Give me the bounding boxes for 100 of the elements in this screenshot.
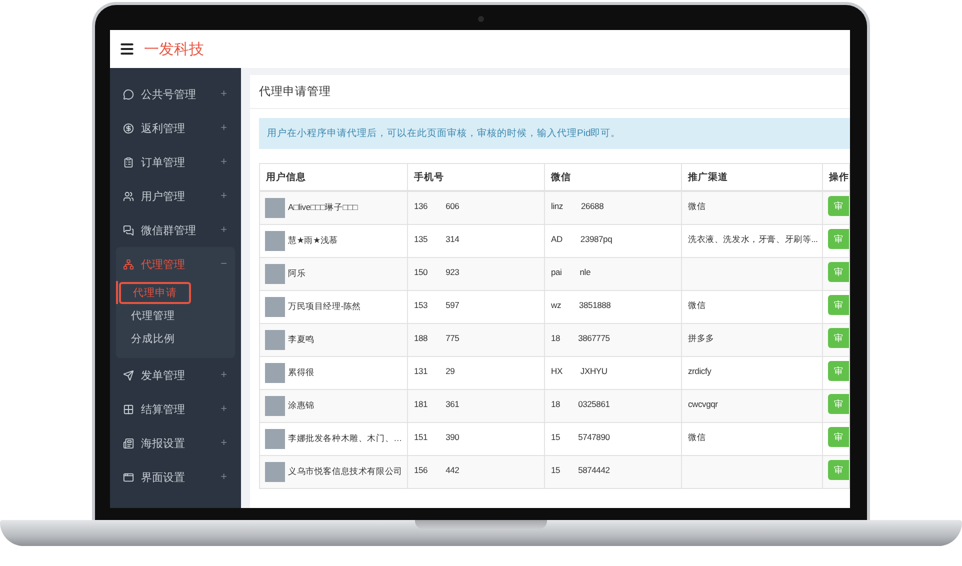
expand-toggle[interactable]: + [220,369,227,381]
sidebar-item[interactable]: 结算管理 + [116,392,235,426]
review-button[interactable]: 审 [828,460,849,480]
expand-toggle[interactable]: + [220,437,227,449]
expand-toggle[interactable]: + [220,88,227,100]
panel-title: 代理申请管理 [250,75,850,109]
sidebar-item[interactable]: 微信群管理 + [116,213,235,247]
network-icon [123,258,134,270]
menu-icon[interactable] [119,41,135,57]
phone-number: 390 [446,432,460,442]
wechat-id: JXHYU [580,366,608,376]
avatar-placeholder [265,297,285,317]
logo: 一发科技 [144,40,204,58]
wechat-id: AD [551,234,562,244]
user-name: 义乌市悦客信息技术有限公司 [288,466,402,478]
expand-toggle[interactable]: + [220,471,227,483]
user-name: 万民项目经理-陈然 [288,301,362,313]
user-name: 慧★雨★浅慕 [288,235,338,247]
phone-number: 136 [414,201,428,211]
user-name: 李夏鸣 [288,334,314,346]
review-button[interactable]: 审 [828,196,849,216]
channel-text: 微信 [688,300,706,312]
sidebar-item[interactable]: 用户管理 + [116,179,235,213]
wechat-id: HX [551,366,562,376]
wechat-id: 26688 [580,201,604,211]
channel-text: 微信 [688,432,706,444]
avatar-placeholder [265,264,285,284]
expand-toggle[interactable]: + [220,156,227,168]
window-icon [123,472,134,482]
sidebar-item[interactable]: 公共号管理 + [116,77,235,111]
clipboard-icon [123,156,134,168]
expand-toggle[interactable]: + [220,190,227,202]
channel-text: zrdicfy [688,366,712,376]
expand-toggle[interactable]: + [220,403,227,415]
avatar-placeholder [265,429,285,449]
phone-number: 361 [446,399,460,409]
wechat-id: 0325861 [578,399,610,409]
channel-text: cwcvgqr [688,399,718,409]
review-button[interactable]: 审 [828,262,849,282]
expand-toggle[interactable]: + [220,224,227,236]
channel-text: 洗衣液、洗发水，牙膏、牙刷等... [688,234,818,246]
sidebar-item[interactable]: 代理管理 − [116,247,235,281]
submenu-item[interactable]: 分成比例 [131,332,175,346]
phone-number: 156 [414,465,428,475]
phone-number: 597 [446,300,460,310]
avatar-placeholder [265,198,285,218]
sidebar-item[interactable]: 订单管理 + [116,145,235,179]
wechat-id: linz [551,201,563,211]
wechat-id: pai [551,267,562,277]
phone-number: 314 [446,234,460,244]
channel-text: 微信 [688,201,706,213]
wechat-id: 18 [551,399,560,409]
phone-number: 181 [414,399,428,409]
wechat-id: wz [551,300,561,310]
review-button[interactable]: 审 [828,427,849,447]
phone-number: 188 [414,333,428,343]
user-name: 阿乐 [288,268,306,280]
phone-number: 131 [414,366,428,376]
newspaper-icon [123,438,134,448]
users-icon [123,190,134,202]
info-alert: 用户在小程序申请代理后，可以在此页面审核，审核的时候，输入代理Pid即可。 [259,118,850,149]
review-button[interactable]: 审 [828,328,849,348]
phone-number: 153 [414,300,428,310]
avatar-placeholder [265,363,285,383]
user-name: A□live□□□琳子□□□ [288,202,358,214]
chat-bubbles-icon [123,224,134,236]
user-name: 涂惠锦 [288,400,314,412]
wechat-id: 18 [551,333,560,343]
phone-number: 135 [414,234,428,244]
expand-toggle[interactable]: + [220,122,227,134]
phone-number: 775 [446,333,460,343]
review-button[interactable]: 审 [828,361,849,381]
wechat-id: nle [580,267,590,277]
sidebar-item[interactable]: 返利管理 + [116,111,235,145]
sidebar-item[interactable]: 界面设置 + [116,460,235,494]
review-button[interactable]: 审 [828,295,849,315]
paper-plane-icon [123,370,134,380]
phone-number: 606 [446,201,460,211]
coin-icon [123,122,134,134]
review-button[interactable]: 审 [828,394,849,414]
wechat-id: 3867775 [578,333,610,343]
submenu-item[interactable]: 代理管理 [131,308,175,322]
avatar-placeholder [265,330,285,350]
wechat-id: 15 [551,465,560,475]
avatar-placeholder [265,231,285,251]
sidebar-item[interactable]: 海报设置 + [116,426,235,460]
phone-number: 150 [414,267,428,277]
phone-number: 151 [414,432,428,442]
phone-number: 29 [446,366,455,376]
phone-number: 442 [446,465,460,475]
user-name: 李娜批发各种木雕、木门、… [288,433,402,445]
wechat-id: 15 [551,432,560,442]
submenu-item[interactable]: 代理申请 [119,282,191,304]
avatar-placeholder [265,396,285,416]
grid-icon [123,404,134,414]
wechat-id: 23987pq [580,234,612,244]
review-button[interactable]: 审 [828,229,849,249]
expand-toggle[interactable]: − [220,258,227,270]
sidebar-item[interactable]: 发单管理 + [116,358,235,392]
channel-text: 拼多多 [688,333,714,345]
